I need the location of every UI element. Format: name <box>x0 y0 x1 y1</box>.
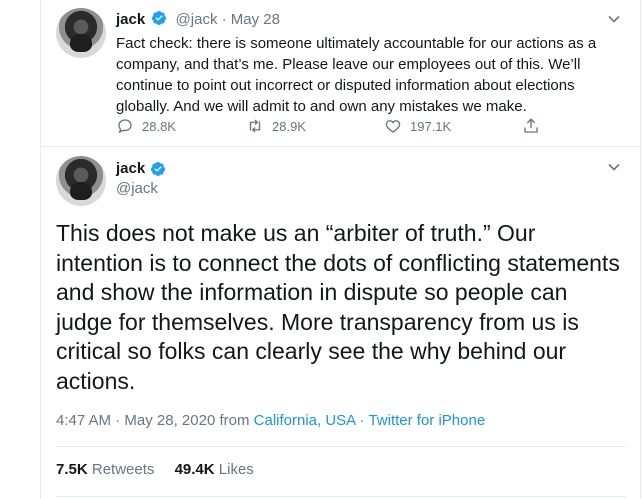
likes-label: Likes <box>218 461 254 478</box>
left-border <box>40 0 41 499</box>
avatar[interactable] <box>56 8 106 58</box>
verified-icon <box>150 162 165 176</box>
chevron-down-icon[interactable] <box>608 163 620 171</box>
reply-count: 28.8K <box>142 118 176 134</box>
tweet-timestamp: 4:47 AM · May 28, 2020 from California, … <box>56 412 485 429</box>
author-name[interactable]: jack <box>116 160 145 177</box>
retweet-icon <box>249 119 261 133</box>
tweet-1-text: Fact check: there is someone ultimately … <box>116 35 597 115</box>
reply-icon <box>118 119 132 134</box>
retweet-button[interactable]: 28.9K <box>246 117 306 135</box>
likes-count: 49.4K <box>174 461 215 478</box>
meta-separator: · <box>115 412 121 429</box>
avatar[interactable] <box>56 156 106 206</box>
meta-separator: · <box>359 412 365 429</box>
retweets-stat[interactable]: 7.5K Retweets <box>56 461 159 478</box>
stats-divider-top <box>56 446 626 447</box>
tweet-divider <box>41 146 640 147</box>
retweet-count: 28.9K <box>272 118 306 134</box>
right-border <box>640 0 641 499</box>
tweet-time[interactable]: 4:47 AM <box>56 412 111 429</box>
share-button[interactable] <box>522 117 540 135</box>
author-handle[interactable]: @jack <box>116 180 158 197</box>
retweets-label: Retweets <box>91 461 155 478</box>
tweet-1-header: jack @jack · May 28 <box>116 10 280 28</box>
tweet-actions: 28.8K 28.9K 197.1K <box>116 117 546 137</box>
author-name[interactable]: jack <box>116 11 145 28</box>
author-handle[interactable]: @jack <box>176 11 218 28</box>
chevron-down-icon[interactable] <box>608 15 620 23</box>
share-icon <box>524 118 538 133</box>
source-link[interactable]: Twitter for iPhone <box>368 412 485 429</box>
tweet-2-text: This does not make us an “arbiter of tru… <box>56 220 620 394</box>
reply-button[interactable]: 28.8K <box>116 117 176 135</box>
like-count: 197.1K <box>410 118 452 134</box>
tweet-stats: 7.5K Retweets 49.4K Likes <box>56 461 254 478</box>
stats-divider-bottom <box>56 496 626 497</box>
like-icon <box>385 120 401 133</box>
retweets-count: 7.5K <box>56 461 88 478</box>
location-link[interactable]: California, USA <box>254 412 356 429</box>
likes-stat[interactable]: 49.4K Likes <box>175 461 254 478</box>
verified-icon <box>152 11 167 25</box>
like-button[interactable]: 197.1K <box>384 117 451 135</box>
meta-separator: · <box>221 11 227 28</box>
from-label: from <box>219 412 250 429</box>
tweet-date[interactable]: May 28, 2020 <box>124 412 215 429</box>
tweet-date[interactable]: May 28 <box>231 11 280 28</box>
